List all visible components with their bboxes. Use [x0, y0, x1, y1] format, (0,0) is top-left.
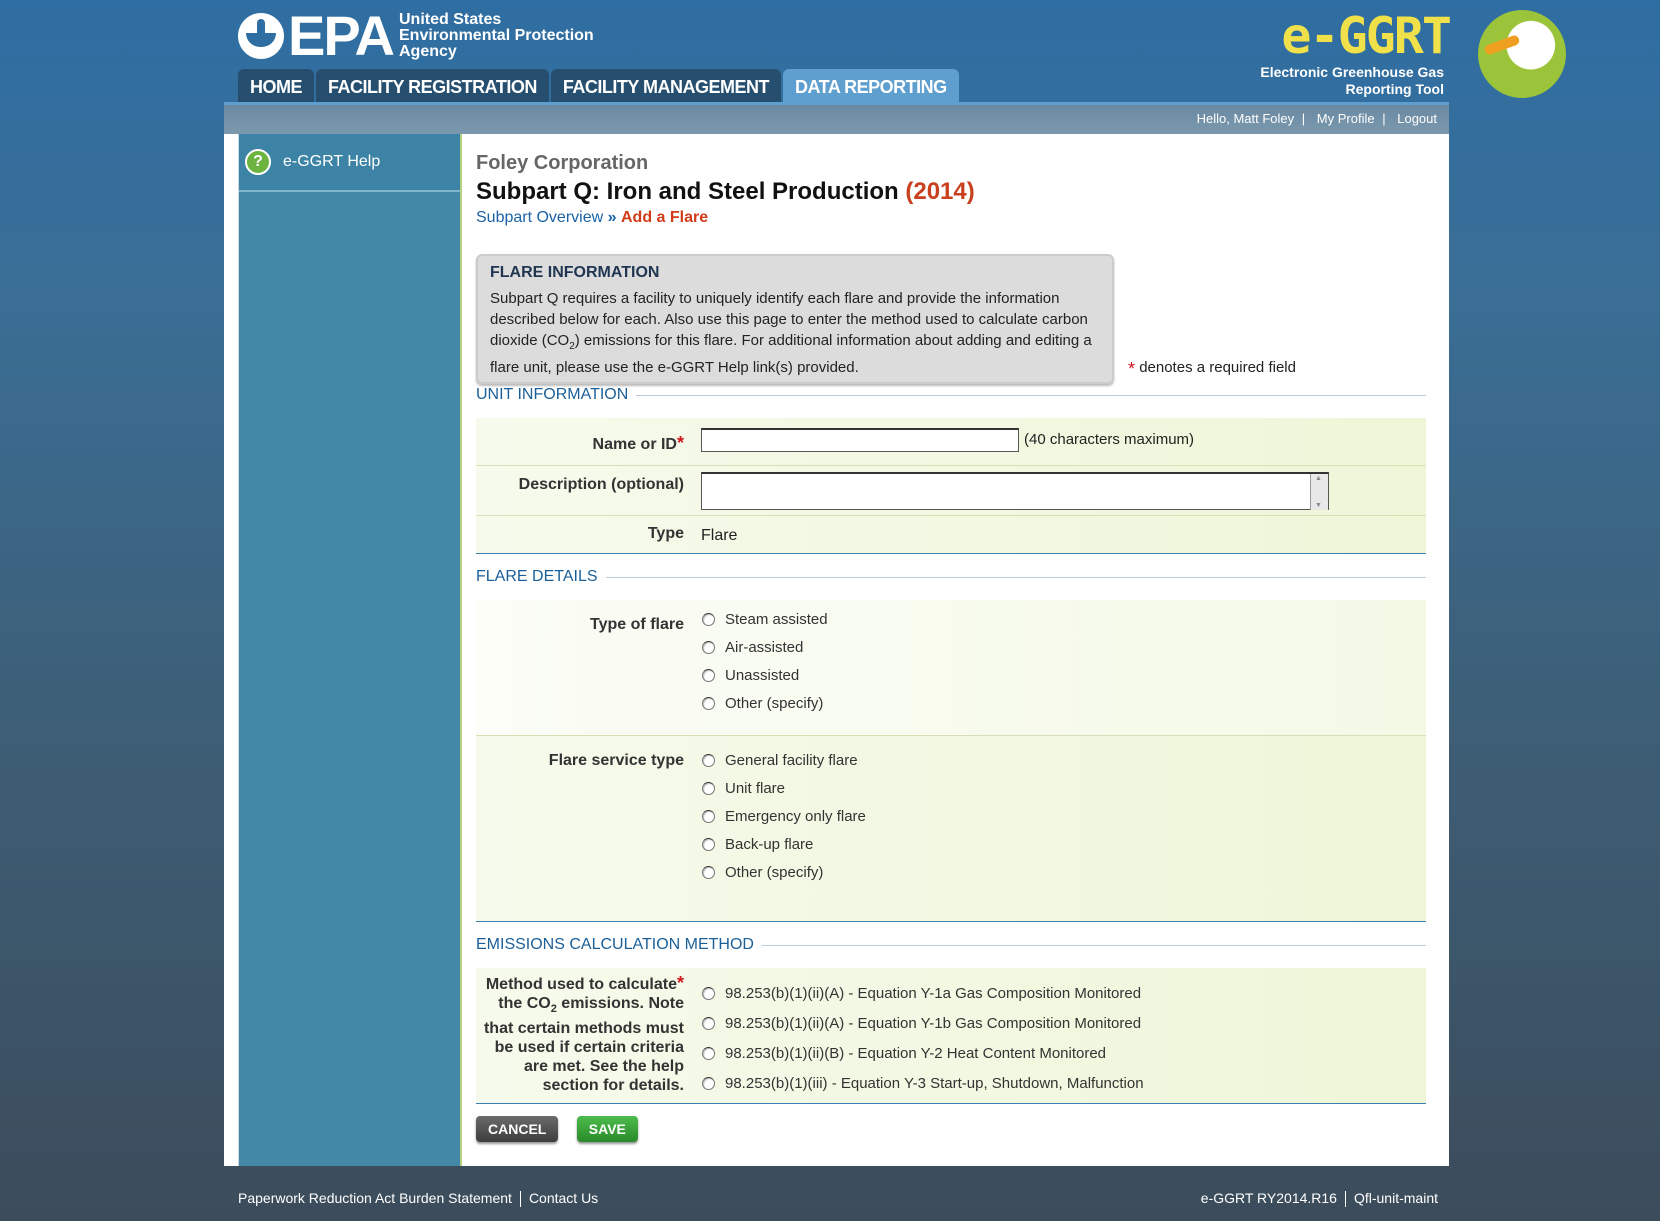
description-row: Description (optional): [476, 466, 1426, 516]
name-input[interactable]: [701, 428, 1019, 452]
name-hint: (40 characters maximum): [1024, 431, 1195, 448]
form-buttons: CANCEL SAVE: [476, 1116, 652, 1142]
emissions-panel: Method used to calculate* the CO2 emissi…: [476, 968, 1426, 1104]
radio-circle[interactable]: [702, 668, 715, 682]
version-text: e-GGRT RY2014.R16: [1200, 1190, 1337, 1206]
unit-info-heading: UNIT INFORMATION: [476, 386, 1426, 404]
epa-agency-name: United States Environmental Protection A…: [399, 11, 594, 60]
radio-unit-flare[interactable]: Unit flare: [702, 774, 866, 802]
textarea-scrollbar[interactable]: [1310, 474, 1328, 510]
radio-type-other[interactable]: Other (specify): [702, 689, 828, 717]
flare-service-row: Flare service type General facility flar…: [476, 736, 1426, 922]
sidebar-item-help[interactable]: ? e-GGRT Help: [239, 134, 460, 192]
page-id-text: Qfl-unit-maint: [1353, 1190, 1438, 1206]
radio-circle[interactable]: [702, 612, 715, 626]
breadcrumb: Subpart Overview » Add a Flare: [476, 209, 708, 227]
radio-circle[interactable]: [702, 1046, 715, 1060]
flare-service-options: General facility flare Unit flare Emerge…: [702, 746, 866, 886]
sidebar: ? e-GGRT Help: [238, 134, 460, 1166]
emissions-method-options: 98.253(b)(1)(ii)(A) - Equation Y-1a Gas …: [702, 978, 1144, 1098]
type-label: Type: [647, 525, 684, 542]
save-button[interactable]: SAVE: [576, 1116, 638, 1142]
radio-unassisted[interactable]: Unassisted: [702, 661, 828, 689]
cancel-button[interactable]: CANCEL: [476, 1116, 559, 1142]
radio-circle[interactable]: [702, 1016, 715, 1030]
flare-info-box: FLARE INFORMATION Subpart Q requires a f…: [476, 254, 1114, 384]
tab-home[interactable]: HOME: [238, 69, 314, 103]
separator: |: [1382, 111, 1386, 126]
main-nav: HOME FACILITY REGISTRATION FACILITY MANA…: [238, 69, 961, 103]
breadcrumb-subpart-overview[interactable]: Subpart Overview: [476, 209, 603, 226]
radio-air-assisted[interactable]: Air-assisted: [702, 633, 828, 661]
page-title: Subpart Q: Iron and Steel Production (20…: [476, 178, 975, 205]
type-of-flare-row: Type of flare Steam assisted Air-assiste…: [476, 600, 1426, 736]
type-value: Flare: [701, 527, 738, 544]
separator: |: [1301, 111, 1306, 126]
breadcrumb-current: Add a Flare: [620, 209, 709, 226]
radio-method-y1a[interactable]: 98.253(b)(1)(ii)(A) - Equation Y-1a Gas …: [702, 978, 1144, 1008]
egret-logo-icon: [1478, 10, 1566, 98]
breadcrumb-separator: »: [607, 209, 617, 226]
epa-wordmark: EPA: [288, 4, 395, 67]
company-name: Foley Corporation: [476, 152, 649, 174]
radio-circle[interactable]: [702, 753, 715, 767]
radio-general-facility-flare[interactable]: General facility flare: [702, 746, 866, 774]
epa-logo[interactable]: EPA United States Environmental Protecti…: [238, 8, 594, 64]
radio-back-up-flare[interactable]: Back-up flare: [702, 830, 866, 858]
tab-facility-management[interactable]: FACILITY MANAGEMENT: [550, 69, 782, 103]
flare-details-panel: Type of flare Steam assisted Air-assiste…: [476, 600, 1426, 922]
radio-circle[interactable]: [702, 696, 715, 710]
user-bar: Hello, Matt Foley | My Profile | Logout: [224, 102, 1449, 134]
radio-circle[interactable]: [702, 809, 715, 823]
divider: [519, 1191, 521, 1208]
required-star: *: [1128, 359, 1136, 379]
radio-circle[interactable]: [702, 640, 715, 654]
tab-facility-registration[interactable]: FACILITY REGISTRATION: [316, 69, 549, 103]
emissions-method-row: Method used to calculate* the CO2 emissi…: [476, 968, 1426, 1104]
type-row: Type Flare: [476, 516, 1426, 554]
name-label: Name or ID*: [592, 433, 684, 453]
contact-us-link[interactable]: Contact Us: [529, 1190, 598, 1206]
tab-data-reporting[interactable]: DATA REPORTING: [783, 69, 959, 103]
required-field-note: * denotes a required field: [1128, 359, 1296, 379]
epa-seal-icon: [238, 13, 284, 59]
info-text: Subpart Q requires a facility to uniquel…: [490, 290, 1092, 376]
eggrt-subtitle: Electronic Greenhouse Gas Reporting Tool: [1260, 64, 1444, 97]
name-row: Name or ID* (40 characters maximum): [476, 418, 1426, 466]
radio-method-y2[interactable]: 98.253(b)(1)(ii)(B) - Equation Y-2 Heat …: [702, 1038, 1144, 1068]
emissions-method-label: Method used to calculate* the CO2 emissi…: [483, 973, 684, 1095]
user-greeting: Hello, Matt Foley: [1196, 111, 1295, 126]
type-of-flare-options: Steam assisted Air-assisted Unassisted O…: [702, 605, 828, 717]
unit-info-panel: Name or ID* (40 characters maximum) Desc…: [476, 418, 1426, 554]
reporting-year: (2014): [905, 178, 975, 205]
main-frame: ? e-GGRT Help Foley Corporation Subpart …: [224, 134, 1449, 1166]
divider: [1344, 1191, 1346, 1208]
logout-link[interactable]: Logout: [1397, 111, 1437, 126]
paperwork-link[interactable]: Paperwork Reduction Act Burden Statement: [238, 1190, 512, 1206]
radio-service-other[interactable]: Other (specify): [702, 858, 866, 886]
radio-method-y1b[interactable]: 98.253(b)(1)(ii)(A) - Equation Y-1b Gas …: [702, 1008, 1144, 1038]
radio-circle[interactable]: [702, 986, 715, 1000]
description-textarea[interactable]: [701, 472, 1329, 510]
radio-circle[interactable]: [702, 781, 715, 795]
content-area: Foley Corporation Subpart Q: Iron and St…: [460, 134, 1436, 1166]
flare-details-heading: FLARE DETAILS: [476, 568, 1426, 586]
description-label: Description (optional): [518, 476, 684, 493]
radio-method-y3[interactable]: 98.253(b)(1)(iii) - Equation Y-3 Start-u…: [702, 1068, 1144, 1098]
emissions-heading: EMISSIONS CALCULATION METHOD: [476, 936, 1426, 954]
type-of-flare-label: Type of flare: [590, 616, 684, 633]
flare-service-label: Flare service type: [548, 752, 684, 769]
radio-emergency-only-flare[interactable]: Emergency only flare: [702, 802, 866, 830]
radio-circle[interactable]: [702, 1076, 715, 1090]
radio-steam-assisted[interactable]: Steam assisted: [702, 605, 828, 633]
eggrt-logo[interactable]: e-GGRT Electronic Greenhouse Gas Reporti…: [1260, 7, 1452, 98]
sidebar-item-label: e-GGRT Help: [283, 153, 381, 170]
my-profile-link[interactable]: My Profile: [1317, 111, 1375, 126]
help-icon: ?: [245, 149, 271, 175]
radio-circle[interactable]: [702, 837, 715, 851]
eggrt-title: e-GGRT: [1281, 7, 1452, 65]
info-title: FLARE INFORMATION: [490, 264, 660, 281]
radio-circle[interactable]: [702, 865, 715, 879]
